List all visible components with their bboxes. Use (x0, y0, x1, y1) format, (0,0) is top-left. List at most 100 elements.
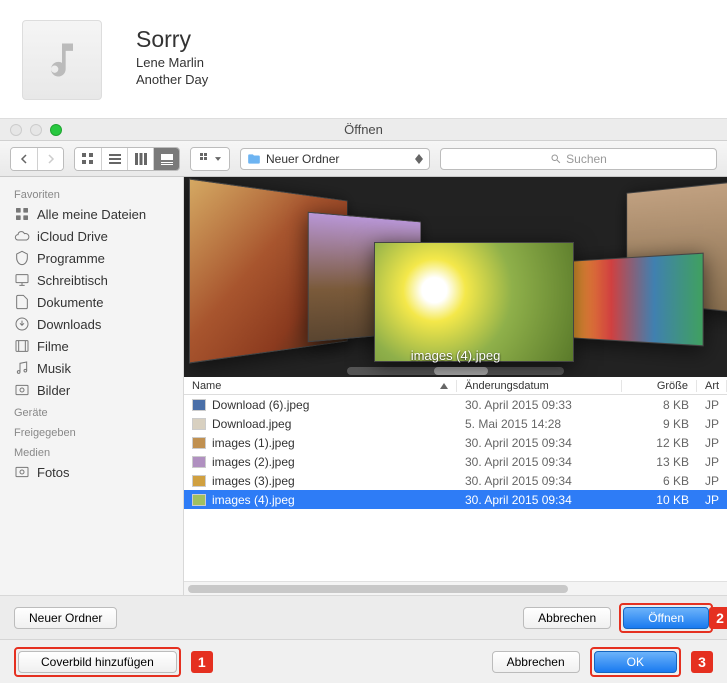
file-kind: JP (697, 493, 727, 507)
view-mode-segment (74, 147, 180, 171)
song-meta: Sorry Lene Marlin Another Day (136, 20, 208, 100)
file-name: images (4).jpeg (212, 493, 295, 507)
search-icon (550, 153, 562, 165)
callout-1: 1 (191, 651, 213, 673)
horizontal-scrollbar[interactable] (184, 581, 727, 595)
minimize-window-button[interactable] (30, 124, 42, 136)
sidebar-item-fotos[interactable]: Fotos (0, 461, 183, 483)
col-header-date[interactable]: Änderungsdatum (457, 380, 622, 392)
traffic-lights (0, 124, 62, 136)
add-cover-button[interactable]: Coverbild hinzufügen (18, 651, 177, 673)
callout-3: 3 (691, 651, 713, 673)
col-header-size[interactable]: Größe (622, 380, 697, 392)
sidebar-item-downloads[interactable]: Downloads (0, 313, 183, 335)
open-button[interactable]: Öffnen (623, 607, 709, 629)
file-thumb-icon (192, 437, 206, 449)
table-row[interactable]: images (4).jpeg 30. April 2015 09:3410 KB… (184, 490, 727, 509)
callout-2: 2 (709, 607, 727, 629)
file-date: 30. April 2015 09:34 (457, 493, 622, 507)
song-title: Sorry (136, 26, 208, 53)
folder-icon (247, 152, 261, 166)
file-size: 9 KB (622, 417, 697, 431)
main-panel: images (4).jpeg Name Änderungsdatum Größ… (184, 177, 727, 595)
nav-back-button[interactable] (11, 148, 37, 170)
nav-forward-button[interactable] (37, 148, 63, 170)
file-thumb-icon (192, 399, 206, 411)
coverflow-scrollbar[interactable] (347, 367, 564, 375)
sidebar-item-schreibtisch[interactable]: Schreibtisch (0, 269, 183, 291)
file-date: 5. Mai 2015 14:28 (457, 417, 622, 431)
sidebar-item-programme[interactable]: Programme (0, 247, 183, 269)
music-icon (14, 360, 30, 376)
song-artist: Lene Marlin (136, 55, 208, 70)
view-icon-button[interactable] (75, 148, 101, 170)
highlight-ok: OK (590, 647, 681, 677)
table-body: Download (6).jpeg30. April 2015 09:338 K… (184, 395, 727, 581)
file-thumb-icon (192, 456, 206, 468)
view-list-button[interactable] (101, 148, 127, 170)
file-date: 30. April 2015 09:34 (457, 436, 622, 450)
file-table: Name Änderungsdatum Größe Art Download (… (184, 377, 727, 595)
sidebar-item-icloud[interactable]: iCloud Drive (0, 225, 183, 247)
app-button-bar: Coverbild hinzufügen 1 Abbrechen OK 3 (0, 639, 727, 683)
sidebar-section-medien: Medien (0, 441, 183, 461)
view-coverflow-button[interactable] (153, 148, 179, 170)
song-info-header: Sorry Lene Marlin Another Day (0, 0, 727, 118)
highlight-add-cover: Coverbild hinzufügen (14, 647, 181, 677)
dialog-title: Öffnen (344, 122, 383, 137)
file-size: 6 KB (622, 474, 697, 488)
sidebar-item-musik[interactable]: Musik (0, 357, 183, 379)
song-album: Another Day (136, 72, 208, 87)
path-label: Neuer Ordner (266, 152, 339, 166)
documents-icon (14, 294, 30, 310)
cancel-button-app[interactable]: Abbrechen (492, 651, 580, 673)
maximize-window-button[interactable] (50, 124, 62, 136)
col-header-art[interactable]: Art (697, 380, 727, 392)
sidebar-item-bilder[interactable]: Bilder (0, 379, 183, 401)
sidebar-item-dokumente[interactable]: Dokumente (0, 291, 183, 313)
coverflow-thumb[interactable] (573, 253, 704, 347)
file-kind: JP (697, 436, 727, 450)
table-row[interactable]: images (3).jpeg 30. April 2015 09:346 KBJ… (184, 471, 727, 490)
close-window-button[interactable] (10, 124, 22, 136)
pictures-icon (14, 382, 30, 398)
toolbar: Neuer Ordner Suchen (0, 141, 727, 177)
all-files-icon (14, 206, 30, 222)
nav-segment (10, 147, 64, 171)
sidebar-item-all-files[interactable]: Alle meine Dateien (0, 203, 183, 225)
coverflow-thumb-center[interactable] (374, 242, 574, 362)
table-row[interactable]: images (2).jpeg30. April 2015 09:3413 KB… (184, 452, 727, 471)
file-size: 12 KB (622, 436, 697, 450)
path-dropdown[interactable]: Neuer Ordner (240, 148, 430, 170)
coverflow-view[interactable]: images (4).jpeg (184, 177, 727, 377)
file-size: 10 KB (622, 493, 697, 507)
table-row[interactable]: images (1).jpeg30. April 2015 09:3412 KB… (184, 433, 727, 452)
desktop-icon (14, 272, 30, 288)
table-header: Name Änderungsdatum Größe Art (184, 377, 727, 395)
file-kind: JP (697, 474, 727, 488)
col-header-name[interactable]: Name (184, 380, 457, 392)
search-placeholder: Suchen (566, 152, 607, 166)
new-folder-button[interactable]: Neuer Ordner (14, 607, 117, 629)
file-size: 13 KB (622, 455, 697, 469)
search-field[interactable]: Suchen (440, 148, 717, 170)
downloads-icon (14, 316, 30, 332)
ok-button[interactable]: OK (594, 651, 677, 673)
sidebar-section-favoriten: Favoriten (0, 183, 183, 203)
sidebar-item-filme[interactable]: Filme (0, 335, 183, 357)
view-column-button[interactable] (127, 148, 153, 170)
coverflow-caption: images (4).jpeg (411, 348, 501, 363)
open-dialog: Öffnen Neuer Ordner Suchen (0, 118, 727, 639)
file-thumb-icon (192, 494, 206, 506)
highlight-open: Öffnen (619, 603, 713, 633)
sidebar-section-freigegeben: Freigegeben (0, 421, 183, 441)
file-date: 30. April 2015 09:34 (457, 474, 622, 488)
file-date: 30. April 2015 09:34 (457, 455, 622, 469)
photos-icon (14, 464, 30, 480)
file-name: Download.jpeg (212, 417, 291, 431)
cancel-button[interactable]: Abbrechen (523, 607, 611, 629)
arrange-button[interactable] (191, 148, 229, 170)
table-row[interactable]: Download.jpeg5. Mai 2015 14:289 KBJP (184, 414, 727, 433)
file-name: images (3).jpeg (212, 474, 295, 488)
table-row[interactable]: Download (6).jpeg30. April 2015 09:338 K… (184, 395, 727, 414)
